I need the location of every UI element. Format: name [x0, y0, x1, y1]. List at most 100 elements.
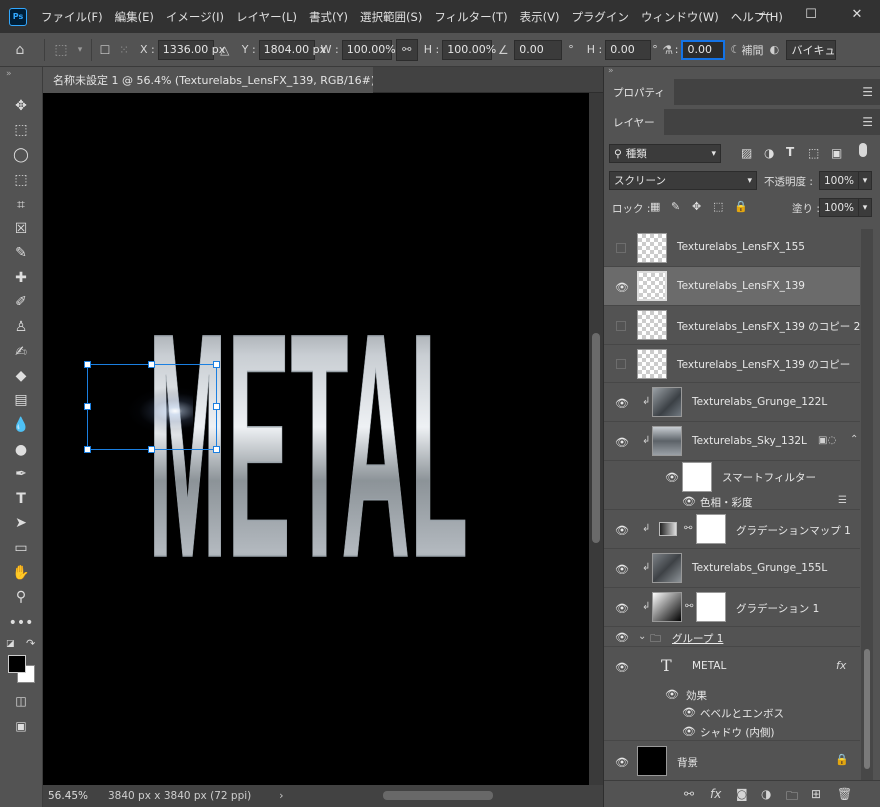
new-adjustment-icon[interactable]: ◑ [761, 787, 771, 801]
path-selection-tool-icon[interactable]: ➤ [10, 512, 32, 534]
eye-icon[interactable]: 👁 [614, 630, 630, 644]
layer-row[interactable]: 👁 ↲ ⚯ グラデーション 1 [604, 588, 860, 627]
transform-handle-top[interactable] [148, 361, 155, 368]
layer-filter-select[interactable]: ⚲ 種類 ▾ [609, 144, 721, 163]
layers-scrollbar[interactable] [861, 229, 873, 793]
default-colors-icon[interactable]: ◪ [6, 639, 15, 649]
filter-options-icon[interactable]: ☰ [838, 495, 847, 506]
eye-icon[interactable]: 👁 [681, 494, 697, 508]
eye-icon[interactable]: 👁 [664, 687, 680, 701]
height-field[interactable]: 100.00% [442, 39, 496, 60]
lock-position-icon[interactable]: ✥ [692, 200, 701, 213]
zoom-tool-icon[interactable]: ⚲ [10, 586, 32, 608]
menu-window[interactable]: ウィンドウ(W) [635, 9, 725, 25]
filter-toggle[interactable] [859, 143, 867, 157]
home-icon[interactable]: ⌂ [0, 39, 40, 61]
transform-handle-bottom-right[interactable] [213, 446, 220, 453]
vskew-field[interactable]: 0.00 [681, 39, 726, 60]
menu-view[interactable]: 表示(V) [514, 9, 566, 25]
blend-mode-select[interactable]: スクリーン ▾ [609, 171, 757, 190]
menu-filter[interactable]: フィルター(T) [428, 9, 513, 25]
x-position-field[interactable]: 1336.00 px [157, 39, 225, 60]
lasso-tool-icon[interactable]: ◯ [10, 144, 32, 166]
transform-handle-bottom-left[interactable] [84, 446, 91, 453]
healing-brush-tool-icon[interactable]: ✚ [10, 267, 32, 289]
effects-row[interactable]: 👁 効果 [604, 685, 860, 703]
eye-icon[interactable]: 👁 [614, 280, 630, 294]
stamp-tool-icon[interactable]: ♙ [10, 316, 32, 338]
eye-icon[interactable]: 👁 [681, 705, 697, 719]
eye-icon[interactable]: 👁 [614, 523, 630, 537]
document-tab[interactable]: 名称未設定 1 @ 56.4% (Texturelabs_LensFX_139,… [43, 67, 373, 93]
lock-transparent-icon[interactable]: ▦ [650, 200, 660, 213]
gradient-tool-icon[interactable]: ▤ [10, 389, 32, 411]
screen-mode-icon[interactable]: ▣ [10, 715, 32, 737]
layer-row[interactable]: Texturelabs_LensFX_155 [604, 229, 860, 267]
horizontal-scroll-thumb[interactable] [383, 791, 493, 800]
layer-row[interactable]: 👁 ↲ Texturelabs_Sky_132L ▣◌ ⌃ [604, 422, 860, 461]
swap-colors-icon[interactable]: ↷ [26, 637, 35, 650]
close-button[interactable]: ✕ [834, 0, 880, 28]
object-selection-tool-icon[interactable]: ⬚ [10, 169, 32, 191]
rectangle-tool-icon[interactable]: ▭ [10, 537, 32, 559]
angle-field[interactable]: 0.00 [514, 39, 563, 60]
more-tools-icon[interactable]: ••• [9, 612, 34, 634]
type-filter-icon[interactable]: T [786, 145, 794, 159]
delta-icon[interactable]: △ [214, 39, 236, 61]
visibility-toggle-off[interactable] [616, 243, 626, 253]
brush-tool-icon[interactable]: ✐ [10, 291, 32, 313]
vertical-scroll-thumb[interactable] [592, 333, 600, 543]
fill-dropdown-icon[interactable]: ▾ [858, 198, 872, 217]
shape-filter-icon[interactable]: ⬚ [808, 146, 819, 160]
new-layer-icon[interactable]: ⊞ [811, 787, 821, 801]
text-layer-row[interactable]: 👁 T METAL fx [604, 647, 860, 685]
pen-tool-icon[interactable]: ✒ [10, 463, 32, 485]
eye-icon[interactable]: 👁 [614, 396, 630, 410]
zoom-level[interactable]: 56.45% [43, 790, 98, 802]
crop-tool-icon[interactable]: ⌗ [10, 194, 32, 216]
interpolation-select[interactable]: バイキュ [786, 39, 837, 60]
y-position-field[interactable]: 1804.00 px [258, 39, 326, 60]
lock-all-icon[interactable]: 🔒 [734, 200, 748, 213]
smart-filter-row[interactable]: 👁 スマートフィルター [604, 461, 860, 492]
transform-handle-right[interactable] [213, 403, 220, 410]
minimize-button[interactable]: — [742, 0, 788, 28]
fx-icon[interactable]: fx [836, 659, 846, 672]
eye-icon[interactable]: 👁 [614, 601, 630, 615]
opacity-dropdown-icon[interactable]: ▾ [858, 171, 872, 190]
menu-select[interactable]: 選択範囲(S) [354, 9, 428, 25]
vertical-scrollbar[interactable] [589, 93, 603, 785]
width-field[interactable]: 100.00% [341, 39, 396, 60]
quick-mask-icon[interactable]: ◫ [10, 690, 32, 712]
fill-field[interactable]: 100% [819, 198, 859, 217]
layer-row[interactable]: 👁 背景 🔒 [604, 741, 860, 781]
eye-icon[interactable]: 👁 [614, 435, 630, 449]
eye-icon[interactable]: 👁 [614, 562, 630, 576]
hskew-field[interactable]: 0.00 [605, 39, 652, 60]
visibility-toggle-off[interactable] [616, 321, 626, 331]
layer-row[interactable]: Texturelabs_LensFX_139 のコピー [604, 345, 860, 383]
frame-tool-icon[interactable]: ☒ [10, 218, 32, 240]
menu-type[interactable]: 書式(Y) [303, 9, 354, 25]
type-tool-icon[interactable]: T [10, 488, 32, 510]
move-tool-icon[interactable]: ✥ [10, 95, 32, 117]
foreground-color-swatch[interactable] [8, 655, 26, 673]
smart-object-filter-icon[interactable]: ▣ [831, 146, 842, 160]
link-icon[interactable]: ⚯ [395, 38, 418, 61]
effect-row[interactable]: 👁 シャドウ (内側) [604, 721, 860, 741]
chevron-down-icon[interactable]: ▾ [73, 39, 87, 61]
marquee-tool-icon[interactable]: ⬚ [10, 119, 32, 141]
reference-point-icon[interactable]: ⁙ [114, 39, 134, 61]
opacity-field[interactable]: 100% [819, 171, 859, 190]
layer-row[interactable]: 👁 ↲ Texturelabs_Grunge_155L [604, 549, 860, 588]
adjustment-filter-icon[interactable]: ◑ [764, 146, 774, 160]
document-canvas[interactable]: METAL [43, 93, 589, 785]
panel-menu-icon[interactable]: ☰ [862, 85, 873, 99]
visibility-toggle-off[interactable] [616, 359, 626, 369]
checkbox-icon[interactable]: ☐ [96, 39, 114, 61]
layers-scroll-thumb[interactable] [864, 649, 870, 769]
transform-bounding-box[interactable] [84, 361, 220, 453]
menu-image[interactable]: イメージ(I) [160, 9, 230, 25]
collapse-panel-icon[interactable]: » [6, 69, 12, 79]
link-icon[interactable]: ⚯ [684, 523, 692, 534]
